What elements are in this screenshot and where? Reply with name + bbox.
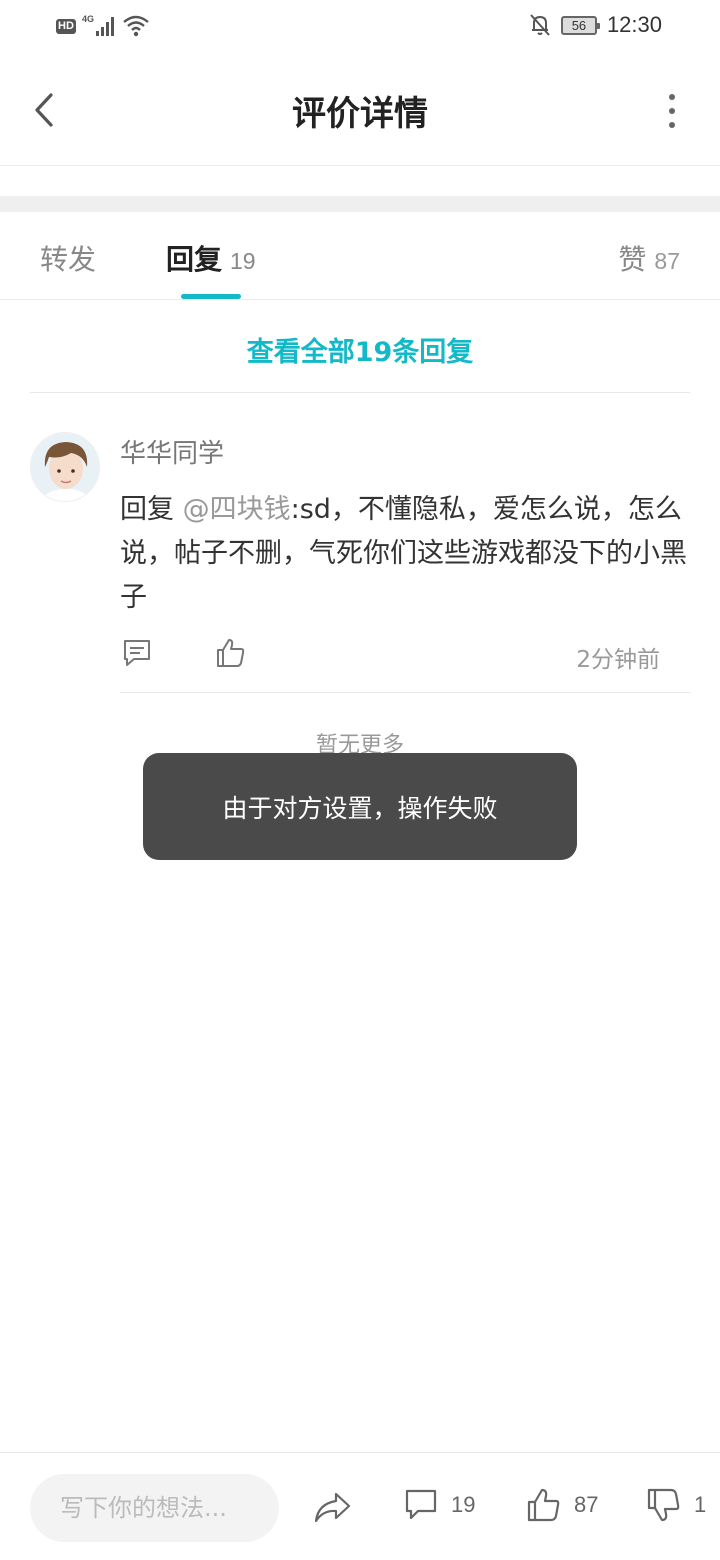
avatar-image [31, 433, 99, 501]
wifi-icon [123, 15, 149, 37]
signal-icon: 4G [82, 14, 114, 36]
more-dot-icon [669, 122, 675, 128]
comment-username[interactable]: 华华同学 [120, 433, 224, 470]
share-button[interactable] [312, 1487, 352, 1527]
like-button[interactable]: 87 [526, 1487, 598, 1523]
tab-like[interactable]: 赞 87 [618, 238, 680, 278]
mute-bell-icon [530, 14, 550, 36]
tab-like-count: 87 [654, 248, 680, 274]
tab-reply-label: 回复 [166, 243, 223, 276]
divider [120, 692, 690, 693]
clock: 12:30 [606, 12, 662, 37]
comment-input[interactable] [30, 1474, 279, 1542]
status-right: 56 12:30 [529, 12, 662, 38]
divider [30, 392, 690, 393]
toast-message: 由于对方设置，操作失败 [143, 753, 577, 860]
hd-badge: HD [56, 18, 76, 34]
page-title: 评价详情 [292, 94, 428, 134]
tab-reply-count: 19 [230, 248, 256, 274]
section-separator [0, 196, 720, 212]
comment-text: 回复 @四块钱:sd，不懂隐私，爱怎么说，怎么说，帖子不删，气死你们这些游戏都没… [120, 488, 690, 620]
comments-count: 19 [451, 1492, 476, 1517]
comment-timestamp: 2分钟前 [576, 647, 660, 673]
reply-prefix: 回复 [120, 494, 183, 525]
more-options-button[interactable] [664, 94, 680, 128]
tab-like-label: 赞 [618, 243, 647, 276]
toast-text: 由于对方设置，操作失败 [222, 793, 498, 823]
battery-indicator: 56 [560, 15, 600, 35]
status-bar: HD 4G 56 12:30 [0, 0, 720, 56]
comment-like-button[interactable] [214, 636, 248, 674]
view-all-replies-link[interactable]: 查看全部19条回复 [0, 330, 720, 369]
comment-actions: 2分钟前 [120, 636, 660, 676]
mention-link[interactable]: @四块钱 [183, 494, 291, 525]
comment-reply-button[interactable] [120, 636, 154, 674]
tab-bar: 转发 回复 19 赞 87 [0, 212, 720, 300]
tab-forward[interactable]: 转发 [40, 238, 96, 278]
network-label: 4G [82, 14, 94, 24]
dislike-button[interactable]: 1 [646, 1487, 706, 1523]
more-dot-icon [669, 94, 675, 100]
active-tab-indicator [181, 294, 241, 299]
tab-reply[interactable]: 回复 19 [166, 238, 256, 278]
app-header: 评价详情 [0, 56, 720, 166]
share-icon [314, 1492, 351, 1523]
thumbs-up-icon [217, 639, 245, 667]
thumbs-down-icon [647, 1488, 680, 1522]
comment-icon [405, 1489, 437, 1520]
status-left: HD 4G [56, 14, 150, 38]
comment-icon [124, 640, 150, 666]
comments-button[interactable]: 19 [403, 1487, 475, 1523]
thumbs-up-icon [527, 1488, 560, 1522]
likes-count: 87 [574, 1492, 599, 1517]
tab-forward-label: 转发 [40, 243, 97, 276]
avatar[interactable] [30, 432, 100, 502]
dislikes-count: 1 [694, 1492, 707, 1517]
more-dot-icon [669, 108, 675, 114]
bottom-action-bar: 19 87 1 [0, 1452, 720, 1560]
comment-input-container[interactable] [30, 1474, 279, 1542]
